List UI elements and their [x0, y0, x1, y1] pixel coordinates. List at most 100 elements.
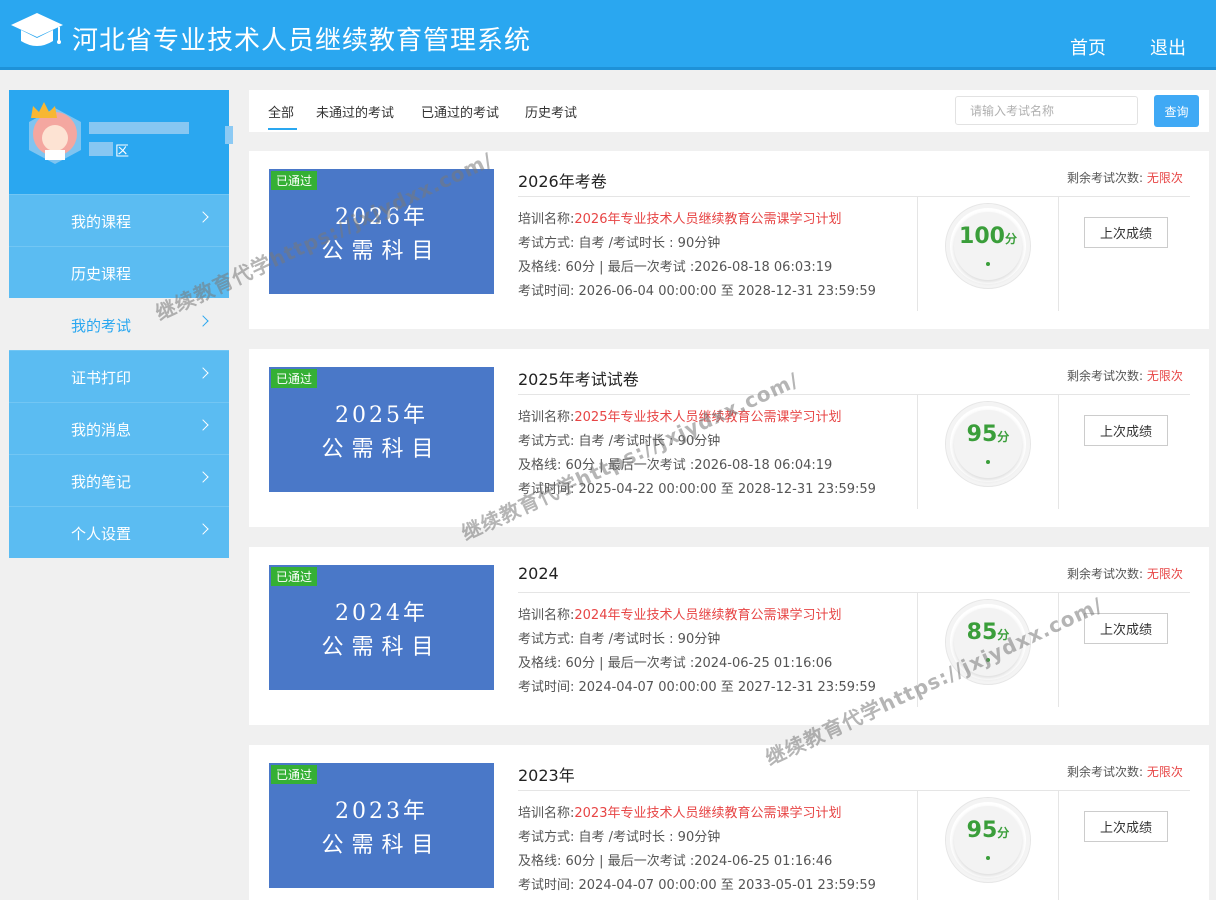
cover-subject: 公需科目: [321, 437, 442, 462]
pass-line-label: 及格线: 60分 | 最后一次考试 :: [518, 656, 695, 671]
pass-line: 及格线: 60分 | 最后一次考试 :2026-08-18 06:04:19: [518, 454, 832, 473]
last-exam-time: 2024-06-25 01:16:46: [694, 854, 833, 869]
score-unit: 分: [997, 826, 1010, 840]
remaining-value: 无限次: [1146, 171, 1183, 185]
chevron-right-icon: [197, 419, 209, 431]
profile-area: 区: [115, 144, 129, 160]
score-unit: 分: [997, 430, 1010, 444]
chevron-right-icon: [197, 471, 209, 483]
sidebar: 区 我的课程 历史课程 我的考试 证书打印 我的消息 我的笔记 个人设置: [9, 90, 233, 558]
remaining-value: 无限次: [1146, 765, 1183, 779]
exam-mode: 考试方式: 自考 /考试时长 : 90分钟: [518, 236, 721, 251]
score-value: 95分: [946, 422, 1030, 447]
sidebar-item-my-exams[interactable]: 我的考试: [9, 298, 229, 350]
training-value: 2026年专业技术人员继续教育公需课学习计划: [574, 212, 842, 227]
divider: [1058, 196, 1059, 311]
chevron-right-icon: [197, 523, 209, 535]
sidebar-item-my-messages[interactable]: 我的消息: [9, 402, 229, 454]
score-number: 100: [959, 224, 1005, 249]
score-circle: 95分: [945, 797, 1031, 883]
divider: [1058, 592, 1059, 707]
status-badge: 已通过: [271, 369, 318, 388]
exam-time-label: 考试时间:: [518, 878, 579, 893]
training-name: 培训名称:2024年专业技术人员继续教育公需课学习计划: [518, 604, 841, 623]
score-circle: 100分: [945, 203, 1031, 289]
chevron-right-icon: [197, 367, 209, 379]
exam-mode: 考试方式: 自考 /考试时长 : 90分钟: [518, 830, 721, 845]
sidebar-item-my-courses[interactable]: 我的课程: [9, 194, 229, 246]
score-value: 100分: [946, 224, 1030, 249]
sidebar-item-label: 个人设置: [71, 525, 132, 543]
score-number: 85: [966, 620, 998, 645]
sidebar-item-label: 证书打印: [71, 369, 132, 387]
remaining-attempts: 剩余考试次数: 无限次: [1067, 367, 1183, 384]
sidebar-item-certificate-print[interactable]: 证书打印: [9, 350, 229, 402]
remaining-label: 剩余考试次数:: [1067, 765, 1144, 779]
header-bar: 河北省专业技术人员继续教育管理系统 首页 退出: [0, 0, 1216, 70]
last-score-button[interactable]: 上次成绩: [1084, 217, 1168, 248]
username-blurred: [89, 122, 189, 134]
system-title: 河北省专业技术人员继续教育管理系统: [72, 26, 532, 56]
last-score-button[interactable]: 上次成绩: [1084, 613, 1168, 644]
nav-logout-link[interactable]: 退出: [1150, 34, 1186, 60]
training-label: 培训名称:: [518, 608, 575, 623]
exam-time: 考试时间: 2024-04-07 00:00:00 至 2033-05-01 2…: [518, 874, 876, 893]
score-dot: [986, 460, 990, 464]
exam-title: 2023年: [518, 766, 575, 785]
last-exam-time: 2024-06-25 01:16:06: [694, 656, 833, 671]
cover-subject: 公需科目: [321, 239, 442, 264]
cover-year: 2023年: [335, 799, 428, 824]
training-label: 培训名称:: [518, 212, 575, 227]
last-score-button[interactable]: 上次成绩: [1084, 811, 1168, 842]
last-exam-time: 2026-08-18 06:03:19: [694, 260, 833, 275]
sidebar-item-my-notes[interactable]: 我的笔记: [9, 454, 229, 506]
exam-card: 2024年 公需科目 已通过 2024 剩余考试次数: 无限次 培训名称:2024年专业技…: [249, 547, 1209, 725]
exam-time-label: 考试时间:: [518, 284, 579, 299]
exam-search-input[interactable]: [955, 96, 1138, 125]
score-circle: 85分: [945, 599, 1031, 685]
crown-icon: [31, 102, 57, 118]
remaining-value: 无限次: [1146, 567, 1183, 581]
cover-year: 2026年: [335, 205, 428, 230]
score-value: 95分: [946, 818, 1030, 843]
divider: [1058, 394, 1059, 509]
tab-failed[interactable]: 未通过的考试: [316, 102, 394, 121]
graduation-cap-icon: [11, 13, 63, 46]
exam-card: 2026年 公需科目 已通过 2026年考卷 剩余考试次数: 无限次 培训名称:2026年…: [249, 151, 1209, 329]
status-badge: 已通过: [271, 567, 318, 586]
active-tab-indicator: [268, 128, 297, 130]
tab-all[interactable]: 全部: [268, 102, 294, 121]
score-number: 95: [966, 422, 998, 447]
exam-time: 考试时间: 2024-04-07 00:00:00 至 2027-12-31 2…: [518, 676, 876, 695]
search-button[interactable]: 查询: [1154, 95, 1199, 127]
pass-line-label: 及格线: 60分 | 最后一次考试 :: [518, 458, 695, 473]
pass-line: 及格线: 60分 | 最后一次考试 :2024-06-25 01:16:06: [518, 652, 832, 671]
divider: [518, 592, 1190, 593]
chevron-right-icon: [197, 211, 209, 223]
score-unit: 分: [997, 628, 1010, 642]
region-blurred: [89, 142, 113, 156]
cover-year: 2025年: [335, 403, 428, 428]
last-score-button[interactable]: 上次成绩: [1084, 415, 1168, 446]
divider: [518, 394, 1190, 395]
profile-blurred-mark: [225, 126, 233, 144]
status-badge: 已通过: [271, 171, 318, 190]
tab-passed[interactable]: 已通过的考试: [421, 102, 499, 121]
divider: [917, 592, 918, 707]
pass-line: 及格线: 60分 | 最后一次考试 :2026-08-18 06:03:19: [518, 256, 832, 275]
exam-time-value: 2024-04-07 00:00:00 至 2033-05-01 23:59:5…: [578, 878, 876, 893]
exam-card: 2025年 公需科目 已通过 2025年考试试卷 剩余考试次数: 无限次 培训名称:202…: [249, 349, 1209, 527]
sidebar-item-history-courses[interactable]: 历史课程: [9, 246, 229, 298]
tab-history[interactable]: 历史考试: [525, 102, 577, 121]
sidebar-item-personal-settings[interactable]: 个人设置: [9, 506, 229, 558]
sidebar-item-label: 我的消息: [71, 421, 132, 439]
exam-mode: 考试方式: 自考 /考试时长 : 90分钟: [518, 434, 721, 449]
exam-time-label: 考试时间:: [518, 680, 579, 695]
exam-card: 2023年 公需科目 已通过 2023年 剩余考试次数: 无限次 培训名称:2023年专业…: [249, 745, 1209, 900]
exam-title: 2024: [518, 564, 559, 583]
nav-home-link[interactable]: 首页: [1070, 34, 1106, 60]
remaining-value: 无限次: [1146, 369, 1183, 383]
user-profile: 区: [9, 90, 233, 194]
chevron-right-icon: [197, 315, 209, 327]
remaining-label: 剩余考试次数:: [1067, 567, 1144, 581]
